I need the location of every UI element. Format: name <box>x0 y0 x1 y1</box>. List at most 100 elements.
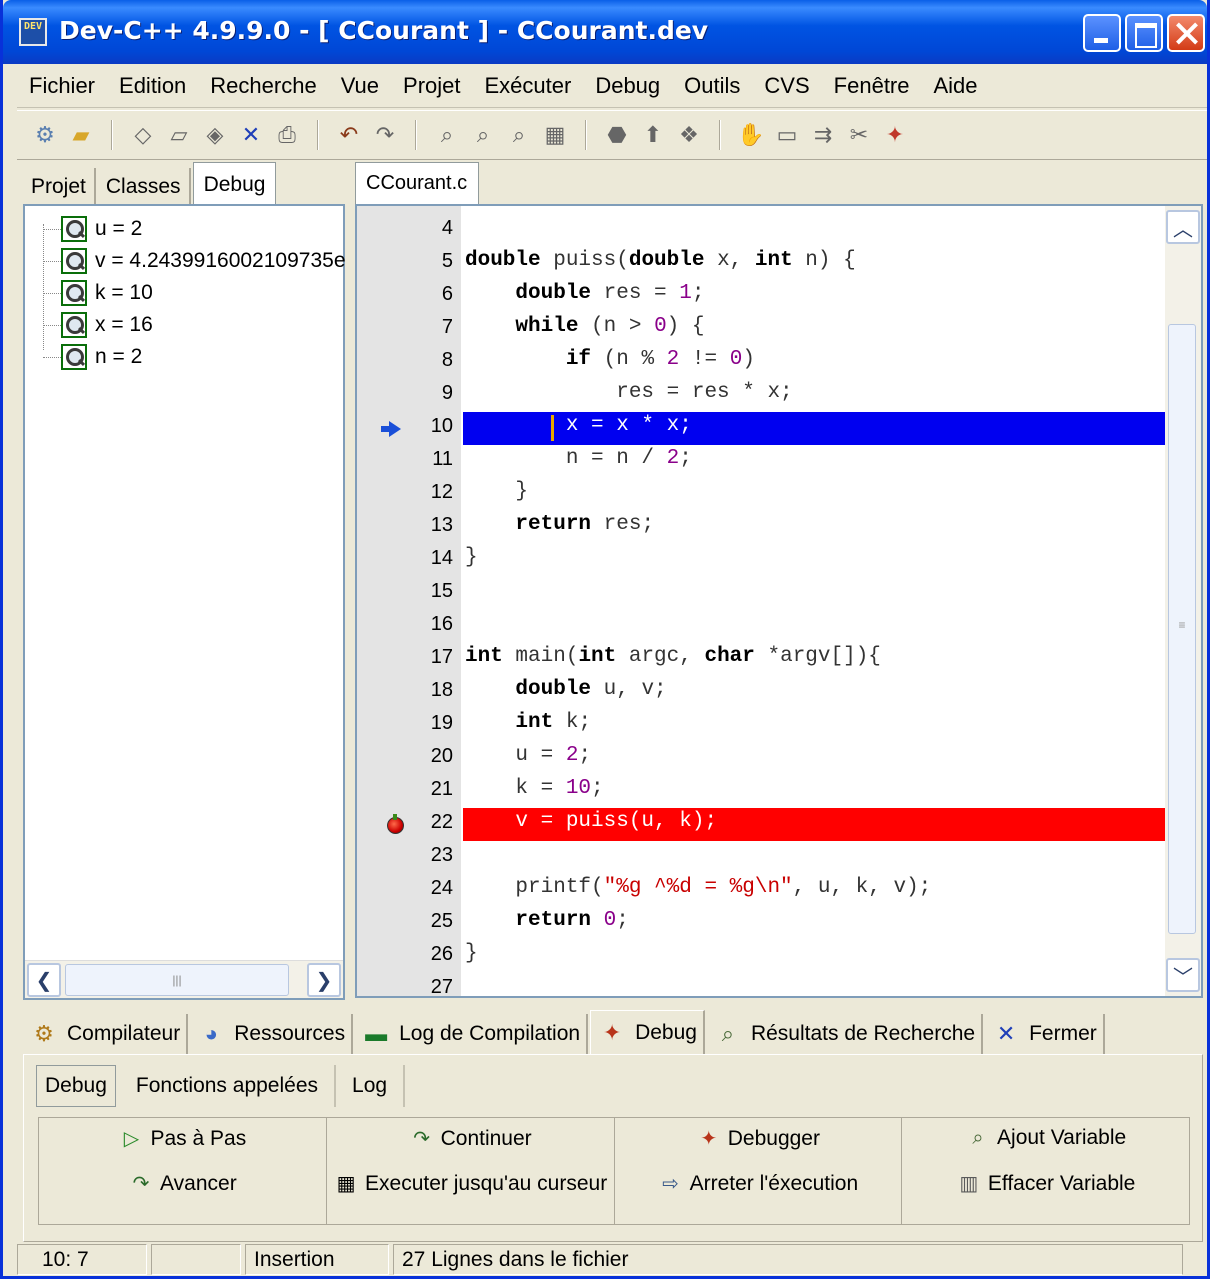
code-line[interactable]: 5 double puiss(double x, int n) { <box>357 247 1167 280</box>
code-line[interactable]: 21 k = 10; <box>357 775 1167 808</box>
code-line[interactable]: 6 double res = 1; <box>357 280 1167 313</box>
menu-debug[interactable]: Debug <box>583 73 672 99</box>
stop-execution-button[interactable]: ⇨ Arreter l'éxecution <box>615 1171 902 1196</box>
tab-compilateur[interactable]: ⚙ Compilateur <box>23 1014 189 1054</box>
redo-icon[interactable]: ↷ <box>370 120 400 150</box>
scroll-right-icon[interactable]: ❯ <box>307 963 341 997</box>
watch-item[interactable]: n = 2 <box>43 342 142 372</box>
next-button[interactable]: ↷ Avancer <box>39 1171 326 1196</box>
menu-fichier[interactable]: Fichier <box>17 73 107 99</box>
code-line[interactable]: 27 <box>357 973 1167 996</box>
rebuild-icon[interactable]: ▭ <box>772 120 802 150</box>
watch-item[interactable]: u = 2 <box>43 214 142 244</box>
project-options-icon[interactable]: ✋ <box>736 120 766 150</box>
toolbar-separator <box>415 120 417 150</box>
code-line[interactable]: 7 while (n > 0) { <box>357 313 1167 346</box>
remove-file-icon[interactable]: ✂ <box>844 120 874 150</box>
code-line[interactable]: 17 int main(int argc, char *argv[]){ <box>357 643 1167 676</box>
watch-item[interactable]: x = 16 <box>43 310 153 340</box>
new-file-icon[interactable]: ◇ <box>128 120 158 150</box>
tab-ressources[interactable]: ◕ Ressources <box>190 1014 354 1054</box>
subtab-log[interactable]: Log <box>336 1065 406 1107</box>
undo-icon[interactable]: ↶ <box>334 120 364 150</box>
close-file-icon[interactable]: ✕ <box>236 120 266 150</box>
code-line[interactable]: 20 u = 2; <box>357 742 1167 775</box>
code-line[interactable]: 24 printf("%g ^%d = %g\n", u, k, v); <box>357 874 1167 907</box>
save-all-icon[interactable]: ◈ <box>200 120 230 150</box>
scroll-thumb[interactable]: ||| <box>65 964 289 996</box>
replace-icon[interactable]: ⌕ <box>468 120 498 150</box>
subtab-fonctions-appelees[interactable]: Fonctions appelées <box>120 1065 337 1107</box>
breakpoint-icon[interactable] <box>387 814 404 834</box>
compile-icon[interactable]: ⬣ <box>602 120 632 150</box>
code-line[interactable]: 15 <box>357 577 1167 610</box>
print-icon[interactable]: ⎙ <box>272 120 302 150</box>
tab-fermer[interactable]: ✕ Fermer <box>985 1014 1105 1054</box>
tab-debug[interactable]: Debug <box>192 162 277 206</box>
maximize-button[interactable] <box>1125 14 1163 52</box>
code-editor[interactable]: 4 5 double puiss(double x, int n) { 6 do… <box>355 204 1203 998</box>
breakpoint-line[interactable]: 22 v = puiss(u, k); <box>357 808 1167 841</box>
code-line[interactable]: 26 } <box>357 940 1167 973</box>
devcpp-app-icon[interactable]: DEV <box>19 18 47 46</box>
goto-line-icon[interactable]: ▦ <box>540 120 570 150</box>
code-line[interactable]: 25 return 0; <box>357 907 1167 940</box>
code-line[interactable]: 4 <box>357 214 1167 247</box>
menu-outils[interactable]: Outils <box>672 73 752 99</box>
new-project-icon[interactable]: ⚙ <box>30 120 60 150</box>
continue-button[interactable]: ↷ Continuer <box>327 1126 614 1151</box>
step-button[interactable]: ▷ Pas à Pas <box>39 1126 326 1151</box>
horizontal-scrollbar[interactable]: ❮ ||| ❯ <box>25 960 343 998</box>
compile-run-icon[interactable]: ❖ <box>674 120 704 150</box>
code-line[interactable]: 18 double u, v; <box>357 676 1167 709</box>
menu-fenetre[interactable]: Fenêtre <box>822 73 922 99</box>
open-folder-icon[interactable]: ▰ <box>66 120 96 150</box>
subtab-debug[interactable]: Debug <box>36 1065 116 1107</box>
code-line[interactable]: 23 <box>357 841 1167 874</box>
code-line[interactable]: 16 <box>357 610 1167 643</box>
code-line[interactable]: 8 if (n % 2 != 0) <box>357 346 1167 379</box>
current-execution-line[interactable]: 10 x = x * x; <box>357 412 1167 445</box>
remove-watch-button[interactable]: ▥ Effacer Variable <box>902 1171 1189 1196</box>
close-window-button[interactable] <box>1167 14 1205 52</box>
menu-recherche[interactable]: Recherche <box>198 73 328 99</box>
tab-classes[interactable]: Classes <box>98 168 191 206</box>
menu-aide[interactable]: Aide <box>922 73 990 99</box>
watch-item[interactable]: k = 10 <box>43 278 153 308</box>
run-icon[interactable]: ⬆ <box>638 120 668 150</box>
debug-icon[interactable]: ✦ <box>880 120 910 150</box>
scroll-up-icon[interactable]: ︿ <box>1166 210 1200 244</box>
code-line[interactable]: 9 res = res * x; <box>357 379 1167 412</box>
vertical-scrollbar[interactable]: ︿ ≡ ﹀ <box>1165 206 1201 996</box>
title-bar[interactable]: DEV Dev-C++ 4.9.9.0 - [ CCourant ] - CCo… <box>3 0 1207 64</box>
minimize-button[interactable] <box>1083 14 1121 52</box>
line-number: 14 <box>430 547 453 569</box>
code-line[interactable]: 12 } <box>357 478 1167 511</box>
scroll-thumb[interactable]: ≡ <box>1168 324 1196 934</box>
tab-resultats-recherche[interactable]: ⌕ Résultats de Recherche <box>707 1014 984 1054</box>
tab-projet[interactable]: Projet <box>23 168 96 206</box>
scroll-down-icon[interactable]: ﹀ <box>1166 958 1200 992</box>
debug-button-column: ▷ Pas à Pas ↷ Avancer <box>39 1118 327 1224</box>
menu-edition[interactable]: Edition <box>107 73 198 99</box>
tab-debug-output[interactable]: ✦ Debug <box>590 1010 705 1054</box>
code-line[interactable]: 19 int k; <box>357 709 1167 742</box>
code-line[interactable]: 11 n = n / 2; <box>357 445 1167 478</box>
scroll-left-icon[interactable]: ❮ <box>27 963 61 997</box>
watch-item[interactable]: v = 4.2439916002109735e <box>43 246 346 276</box>
editor-file-tab[interactable]: CCourant.c <box>355 162 479 204</box>
save-icon[interactable]: ▱ <box>164 120 194 150</box>
menu-vue[interactable]: Vue <box>329 73 391 99</box>
add-watch-button[interactable]: ⌕ Ajout Variable <box>902 1126 1189 1150</box>
menu-projet[interactable]: Projet <box>391 73 472 99</box>
menu-cvs[interactable]: CVS <box>752 73 821 99</box>
find-next-icon[interactable]: ⌕ <box>504 120 534 150</box>
add-file-icon[interactable]: ⇉ <box>808 120 838 150</box>
debugger-button[interactable]: ✦ Debugger <box>615 1126 902 1151</box>
menu-executer[interactable]: Exécuter <box>473 73 584 99</box>
code-line[interactable]: 13 return res; <box>357 511 1167 544</box>
run-to-cursor-button[interactable]: ▦ Executer jusqu'au curseur <box>327 1171 614 1196</box>
tab-log-compilation[interactable]: ▬ Log de Compilation <box>355 1014 589 1054</box>
code-line[interactable]: 14 } <box>357 544 1167 577</box>
find-icon[interactable]: ⌕ <box>432 120 462 150</box>
